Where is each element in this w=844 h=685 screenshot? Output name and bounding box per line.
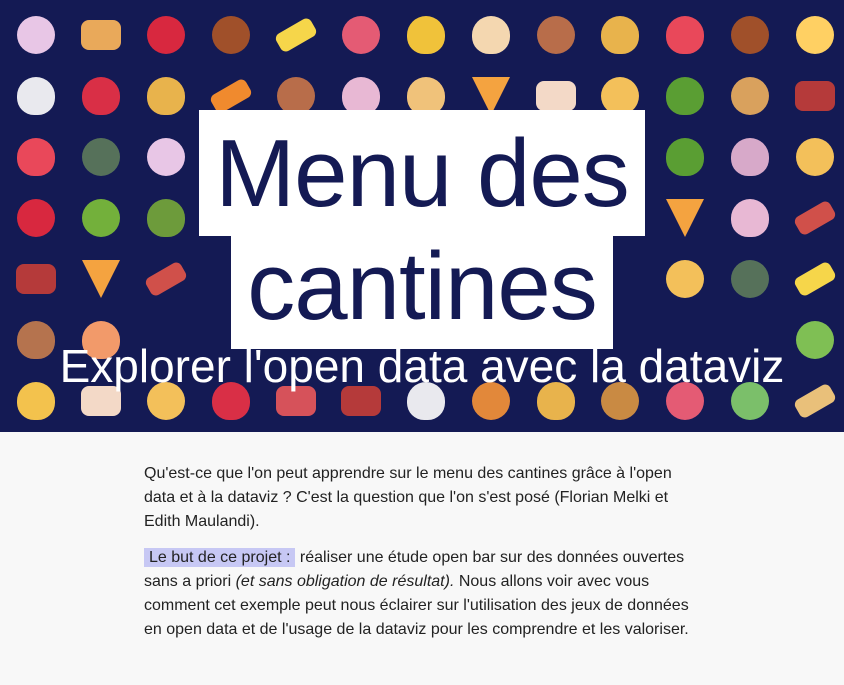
hero-banner: Menu des cantines Explorer l'open data a…	[0, 0, 844, 432]
emoji-cell	[134, 4, 199, 65]
broccoli-icon	[666, 76, 705, 115]
emoji-cell	[783, 4, 844, 65]
pie-icon	[731, 76, 770, 115]
apple-icon	[147, 15, 186, 54]
title-line-2: cantines	[231, 233, 613, 349]
emoji-cell	[328, 4, 393, 65]
baby-icon	[796, 15, 835, 54]
watermelon-icon	[666, 15, 705, 54]
bento-icon	[795, 80, 836, 111]
cupcake-icon	[341, 76, 380, 115]
page-subtitle: Explorer l'open data avec la dataviz	[59, 340, 785, 392]
pancakes-icon	[81, 19, 122, 50]
emoji-cell	[264, 4, 329, 65]
strawberry-icon	[82, 76, 121, 115]
meatballs-icon	[731, 15, 770, 54]
ice-cream-icon	[471, 15, 510, 54]
article-content: Qu'est-ce que l'on peut apprendre sur le…	[144, 462, 704, 654]
banana-icon	[273, 15, 319, 54]
candy-icon	[341, 15, 380, 54]
meatballs-icon	[212, 15, 251, 54]
emoji-cell	[4, 4, 69, 65]
title-line-1: Menu des	[199, 110, 645, 236]
rice-ball-icon	[17, 76, 56, 115]
emoji-cell	[393, 4, 458, 65]
fortune-cookie-icon	[406, 76, 445, 115]
donut-icon	[277, 76, 315, 115]
page-title: Menu des cantines	[0, 110, 844, 349]
emoji-cell	[718, 4, 783, 65]
cake-icon	[535, 80, 576, 111]
carrot-icon	[208, 76, 254, 115]
goal-text-italic: (et sans obligation de résultat).	[235, 573, 455, 590]
emoji-cell	[653, 4, 718, 65]
taco-icon	[147, 76, 186, 115]
donut-icon	[536, 15, 575, 54]
lollipop-icon	[17, 15, 56, 54]
intro-paragraph: Qu'est-ce que l'on peut apprendre sur le…	[144, 465, 672, 530]
emoji-cell	[588, 4, 653, 65]
emoji-cell	[69, 4, 134, 65]
goal-paragraph: Le but de ce projet : réaliser une étude…	[144, 546, 704, 642]
emoji-cell	[523, 4, 588, 65]
pineapple-icon	[406, 15, 445, 54]
taco-icon	[601, 15, 640, 54]
pizza-icon	[471, 76, 510, 115]
emoji-cell	[199, 4, 264, 65]
emoji-cell	[458, 4, 523, 65]
goal-highlight: Le but de ce projet :	[144, 548, 296, 567]
person-icon	[601, 76, 640, 115]
